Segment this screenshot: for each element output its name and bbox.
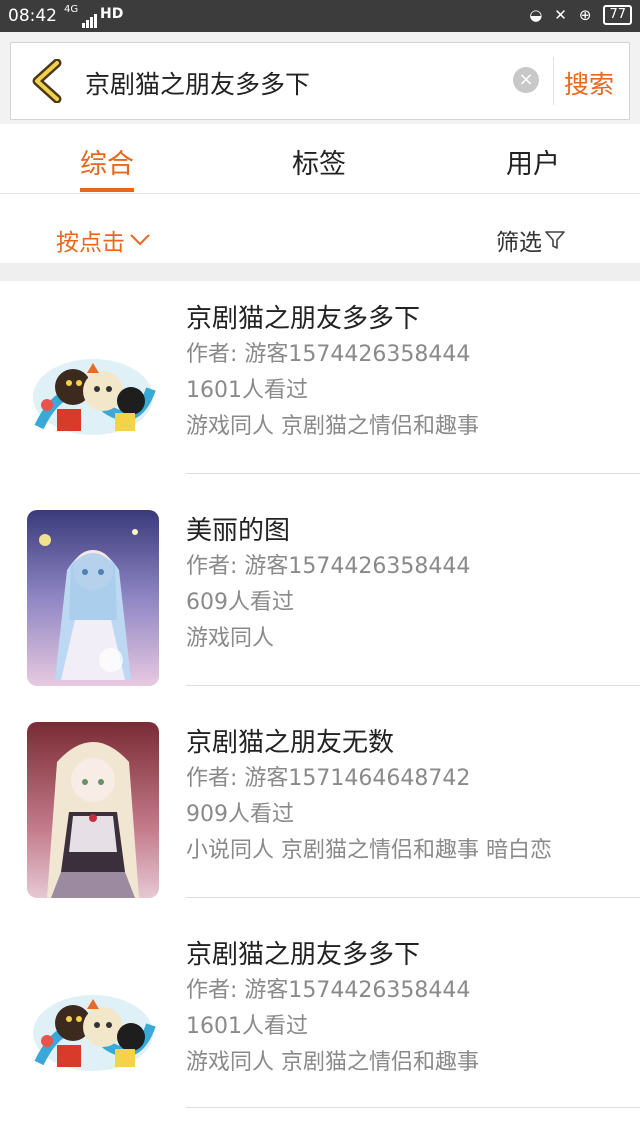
sort-label: 按点击 <box>56 230 125 256</box>
active-tab-indicator <box>80 188 134 192</box>
item-author: 作者: 游客1574426358444 <box>186 978 471 1003</box>
item-texts: 京剧猫之朋友多多下 作者: 游客1574426358444 1601人看过 游戏… <box>186 301 479 445</box>
rotation-lock-icon: ⊕ <box>578 6 592 24</box>
item-title: 京剧猫之朋友多多下 <box>186 940 421 970</box>
section-gap <box>0 263 640 281</box>
search-button[interactable]: 搜索 <box>564 65 614 101</box>
item-divider <box>186 1107 640 1108</box>
status-bar: 08:42 4G HD ◒ ✕ ⊕ 77 <box>0 0 640 32</box>
signal-icon <box>82 8 98 28</box>
item-tags: 游戏同人 京剧猫之情侣和趣事 <box>186 414 479 439</box>
item-title: 美丽的图 <box>186 516 291 546</box>
clear-icon[interactable]: × <box>513 67 539 93</box>
item-tags: 游戏同人 <box>186 626 275 651</box>
chevron-down-icon <box>130 234 150 246</box>
sort-dropdown[interactable]: 按点击 <box>56 223 151 257</box>
item-title: 京剧猫之朋友多多下 <box>186 304 421 334</box>
item-views: 609人看过 <box>186 590 294 615</box>
vibrate-icon: ✕ <box>554 6 567 24</box>
search-input[interactable]: 京剧猫之朋友多多下 <box>85 65 310 101</box>
network-type: 4G <box>64 4 79 15</box>
item-texts: 京剧猫之朋友多多下 作者: 游客1574426358444 1601人看过 游戏… <box>186 937 479 1081</box>
anime-girl-pink-thumbnail <box>27 722 159 898</box>
divider <box>553 57 554 105</box>
cartoon-cats-thumbnail <box>27 945 159 1121</box>
filter-label: 筛选 <box>496 230 542 256</box>
item-views: 909人看过 <box>186 802 294 827</box>
list-item[interactable]: 京剧猫之朋友多多下 作者: 游客1574426358444 1601人看过 游戏… <box>0 281 640 493</box>
list-item[interactable]: 美丽的图 作者: 游客1574426358444 609人看过 游戏同人 <box>0 493 640 705</box>
battery-icon: 77 <box>603 5 632 25</box>
tab-users[interactable]: 用户 <box>506 142 560 181</box>
anime-girl-blue-thumbnail <box>27 510 159 686</box>
item-texts: 京剧猫之朋友无数 作者: 游客1571464648742 909人看过 小说同人… <box>186 725 552 869</box>
item-author: 作者: 游客1574426358444 <box>186 554 471 579</box>
tab-tags[interactable]: 标签 <box>292 142 346 181</box>
item-texts: 美丽的图 作者: 游客1574426358444 609人看过 游戏同人 <box>186 513 470 657</box>
item-tags: 游戏同人 京剧猫之情侣和趣事 <box>186 1050 479 1075</box>
list-item[interactable]: 京剧猫之朋友多多下 作者: 游客1574426358444 1601人看过 游戏… <box>0 917 640 1129</box>
search-header: 京剧猫之朋友多多下 × 搜索 <box>0 32 640 124</box>
item-views: 1601人看过 <box>186 1014 308 1039</box>
item-author: 作者: 游客1571464648742 <box>186 766 471 791</box>
tab-overall[interactable]: 综合 <box>80 142 134 181</box>
item-author: 作者: 游客1574426358444 <box>186 342 471 367</box>
list-item[interactable]: 京剧猫之朋友无数 作者: 游客1571464648742 909人看过 小说同人… <box>0 705 640 917</box>
item-divider <box>186 897 640 898</box>
back-chevron-icon <box>32 58 62 104</box>
back-button[interactable] <box>27 58 67 104</box>
filter-button[interactable]: 筛选 <box>496 223 566 257</box>
funnel-icon <box>545 231 565 249</box>
cartoon-cats-thumbnail <box>27 309 159 485</box>
item-tags: 小说同人 京剧猫之情侣和趣事 暗白恋 <box>186 838 552 863</box>
item-views: 1601人看过 <box>186 378 308 403</box>
hd-indicator: HD <box>100 6 124 22</box>
status-time: 08:42 <box>8 6 57 26</box>
filter-row: 按点击 筛选 <box>0 195 640 263</box>
item-divider <box>186 473 640 474</box>
tab-bar: 综合 标签 用户 <box>0 124 640 194</box>
item-title: 京剧猫之朋友无数 <box>186 728 395 758</box>
search-box: 京剧猫之朋友多多下 × 搜索 <box>10 42 630 120</box>
eye-comfort-icon: ◒ <box>529 6 543 24</box>
item-divider <box>186 685 640 686</box>
